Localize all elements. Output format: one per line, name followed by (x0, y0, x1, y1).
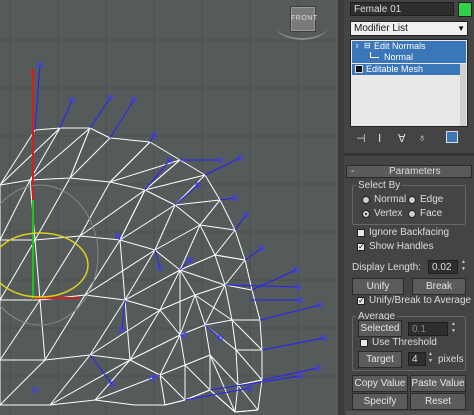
normal-handle[interactable] (32, 387, 38, 393)
break-button[interactable]: Break (412, 278, 466, 295)
radio-vertex-label: Vertex (374, 208, 403, 219)
paste-value-button[interactable]: Paste Value (410, 375, 466, 392)
stack-item-label: Edit Normals (374, 41, 426, 51)
ignore-backfacing-label: Ignore Backfacing (369, 227, 450, 238)
gizmo-rotate-ring[interactable] (0, 232, 89, 298)
chevron-down-icon: ▼ (457, 24, 465, 33)
modifier-stack[interactable]: ♁ ⊟ Edit Normals Normal Editable Mesh (350, 39, 468, 127)
radio-face[interactable] (408, 210, 416, 218)
selected-value-field[interactable]: 0.1 (408, 322, 448, 336)
gizmo-outer-ring[interactable] (0, 184, 99, 326)
selected-button[interactable]: Selected (358, 320, 402, 337)
rollout-edge (346, 411, 472, 415)
target-button[interactable]: Target (358, 351, 402, 368)
radio-edge-label: Edge (420, 194, 444, 205)
stack-item-label: Normal (384, 52, 414, 62)
ignore-backfacing-checkbox[interactable] (357, 229, 365, 237)
pin-stack-icon[interactable]: ⊣ (356, 132, 366, 145)
stack-item-normal[interactable]: Normal (352, 52, 466, 63)
unify-break-average-label: Unify/Break to Average (369, 295, 472, 306)
parameters-rollout-header[interactable]: - Parameters (346, 165, 472, 178)
rollout-separator (344, 153, 474, 156)
make-unique-icon[interactable]: ∀ (398, 132, 406, 145)
object-color-swatch[interactable] (458, 2, 472, 17)
stack-scrollbar[interactable] (460, 64, 466, 126)
unify-button[interactable]: Unify (352, 278, 404, 295)
selected-value-spinner[interactable] (451, 321, 458, 336)
show-end-result-icon[interactable]: Ⅰ (378, 132, 381, 145)
copy-value-button[interactable]: Copy Value (352, 375, 408, 392)
select-by-title: Select By (356, 180, 403, 191)
tree-line-icon (370, 52, 379, 58)
viewcube[interactable]: FRONT (290, 6, 317, 32)
radio-edge[interactable] (408, 196, 416, 204)
bulb-icon[interactable]: ♁ (354, 41, 360, 50)
command-panel: Female 01 Modifier List ▼ ♁ ⊟ Edit Norma… (344, 0, 474, 415)
target-value-field[interactable]: 4 (408, 352, 426, 366)
show-handles-label: Show Handles (369, 241, 434, 252)
target-value-spinner[interactable] (428, 351, 435, 366)
radio-normal[interactable] (362, 196, 370, 204)
object-name-field[interactable]: Female 01 (350, 2, 454, 16)
display-length-field[interactable]: 0.02 (428, 260, 458, 274)
configure-modifier-sets-icon[interactable] (446, 131, 458, 143)
use-threshold-label: Use Threshold (372, 337, 437, 348)
viewport[interactable]: ▲ FRONT (0, 0, 338, 415)
stack-toolbar: ⊣ Ⅰ ∀ ♁ (350, 131, 468, 147)
display-length-spinner[interactable] (461, 259, 468, 274)
collapse-icon[interactable]: ⊟ (364, 41, 371, 50)
specify-button[interactable]: Specify (352, 393, 408, 410)
modifier-list-dropdown[interactable]: Modifier List ▼ (350, 21, 468, 36)
show-handles-checkbox[interactable]: ✓ (357, 243, 365, 251)
rollout-title: Parameters (389, 166, 441, 177)
gizmo-arrow-icon: ▲ (28, 66, 37, 76)
rollout-collapse-icon: - (351, 166, 355, 177)
radio-face-label: Face (420, 208, 443, 219)
mesh-wireframe: ▲ (0, 0, 338, 415)
radio-normal-label: Normal (374, 194, 407, 205)
radio-vertex[interactable] (362, 210, 370, 218)
modifier-list-label: Modifier List (354, 23, 408, 34)
remove-modifier-icon[interactable]: ♁ (418, 132, 426, 144)
pixels-label: pixels (438, 354, 464, 365)
stack-item-label: Editable Mesh (366, 64, 424, 74)
stack-item-edit-normals[interactable]: ♁ ⊟ Edit Normals (352, 41, 466, 52)
select-by-group (352, 185, 466, 225)
mesh-icon (355, 65, 363, 73)
display-length-label: Display Length: (352, 262, 421, 273)
use-threshold-checkbox[interactable] (360, 339, 368, 347)
stack-item-editable-mesh[interactable]: Editable Mesh (352, 64, 466, 75)
grid-lines (0, 0, 338, 415)
unify-break-average-checkbox[interactable]: ✓ (357, 297, 365, 305)
reset-button[interactable]: Reset (410, 393, 466, 410)
